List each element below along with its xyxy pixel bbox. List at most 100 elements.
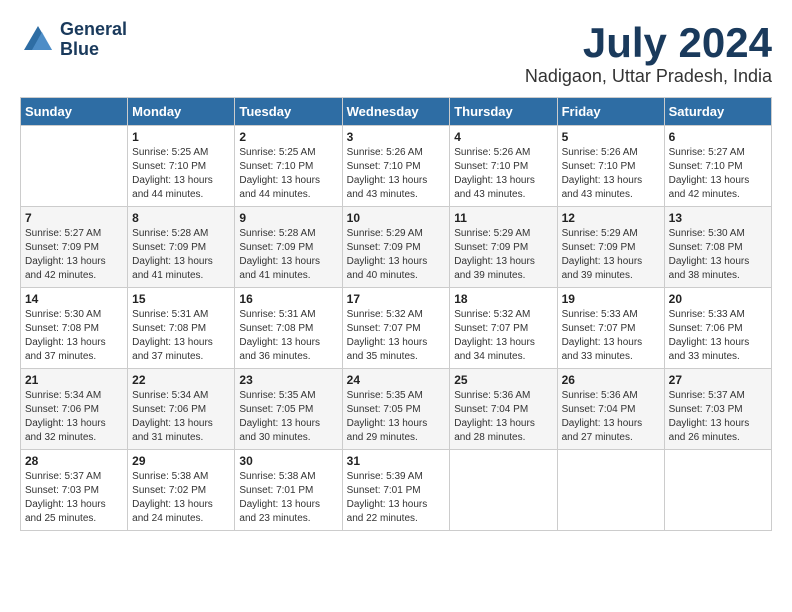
day-number: 27 <box>669 373 767 387</box>
calendar-cell: 21 Sunrise: 5:34 AMSunset: 7:06 PMDayligh… <box>21 369 128 450</box>
weekday-header: Sunday <box>21 98 128 126</box>
day-info: Sunrise: 5:35 AMSunset: 7:05 PMDaylight:… <box>239 389 337 445</box>
day-number: 10 <box>347 211 446 225</box>
day-info: Sunrise: 5:39 AMSunset: 7:01 PMDaylight:… <box>347 470 446 526</box>
calendar-cell <box>557 450 664 531</box>
day-number: 18 <box>454 292 552 306</box>
weekday-header-row: SundayMondayTuesdayWednesdayThursdayFrid… <box>21 98 772 126</box>
calendar-cell: 30 Sunrise: 5:38 AMSunset: 7:01 PMDayligh… <box>235 450 342 531</box>
day-number: 17 <box>347 292 446 306</box>
calendar-cell: 6 Sunrise: 5:27 AMSunset: 7:10 PMDaylight… <box>664 126 771 207</box>
day-number: 16 <box>239 292 337 306</box>
day-info: Sunrise: 5:38 AMSunset: 7:01 PMDaylight:… <box>239 470 337 526</box>
day-number: 30 <box>239 454 337 468</box>
day-number: 7 <box>25 211 123 225</box>
calendar-cell <box>450 450 557 531</box>
day-info: Sunrise: 5:31 AMSunset: 7:08 PMDaylight:… <box>132 308 230 364</box>
calendar-cell: 22Sunrise: 5:34 AMSunset: 7:06 PMDayligh… <box>128 369 235 450</box>
day-number: 1 <box>132 130 230 144</box>
calendar-week-row: 28 Sunrise: 5:37 AMSunset: 7:03 PMDayligh… <box>21 450 772 531</box>
calendar-cell: 8Sunrise: 5:28 AMSunset: 7:09 PMDaylight… <box>128 207 235 288</box>
calendar-cell <box>21 126 128 207</box>
day-info: Sunrise: 5:27 AMSunset: 7:10 PMDaylight:… <box>669 146 767 202</box>
day-number: 21 <box>25 373 123 387</box>
day-number: 25 <box>454 373 552 387</box>
day-info: Sunrise: 5:31 AMSunset: 7:08 PMDaylight:… <box>239 308 337 364</box>
day-info: Sunrise: 5:37 AMSunset: 7:03 PMDaylight:… <box>25 470 123 526</box>
calendar-cell: 13Sunrise: 5:30 AMSunset: 7:08 PMDayligh… <box>664 207 771 288</box>
day-number: 6 <box>669 130 767 144</box>
calendar-cell: 20Sunrise: 5:33 AMSunset: 7:06 PMDayligh… <box>664 288 771 369</box>
day-number: 3 <box>347 130 446 144</box>
weekday-header: Monday <box>128 98 235 126</box>
day-number: 24 <box>347 373 446 387</box>
calendar-cell: 25 Sunrise: 5:36 AMSunset: 7:04 PMDayligh… <box>450 369 557 450</box>
day-number: 29 <box>132 454 230 468</box>
calendar-cell: 4 Sunrise: 5:26 AMSunset: 7:10 PMDaylight… <box>450 126 557 207</box>
day-number: 20 <box>669 292 767 306</box>
calendar-cell: 24 Sunrise: 5:35 AMSunset: 7:05 PMDayligh… <box>342 369 450 450</box>
day-number: 23 <box>239 373 337 387</box>
calendar-cell: 31 Sunrise: 5:39 AMSunset: 7:01 PMDayligh… <box>342 450 450 531</box>
day-info: Sunrise: 5:28 AMSunset: 7:09 PMDaylight:… <box>239 227 337 283</box>
calendar-cell: 29 Sunrise: 5:38 AMSunset: 7:02 PMDayligh… <box>128 450 235 531</box>
calendar-cell: 10Sunrise: 5:29 AMSunset: 7:09 PMDayligh… <box>342 207 450 288</box>
day-info: Sunrise: 5:26 AMSunset: 7:10 PMDaylight:… <box>454 146 552 202</box>
day-number: 5 <box>562 130 660 144</box>
calendar-cell: 28 Sunrise: 5:37 AMSunset: 7:03 PMDayligh… <box>21 450 128 531</box>
calendar-cell: 3 Sunrise: 5:26 AMSunset: 7:10 PMDaylight… <box>342 126 450 207</box>
calendar-cell: 18 Sunrise: 5:32 AMSunset: 7:07 PMDayligh… <box>450 288 557 369</box>
calendar-cell: 19 Sunrise: 5:33 AMSunset: 7:07 PMDayligh… <box>557 288 664 369</box>
calendar-cell: 26Sunrise: 5:36 AMSunset: 7:04 PMDayligh… <box>557 369 664 450</box>
day-number: 2 <box>239 130 337 144</box>
calendar-cell: 23 Sunrise: 5:35 AMSunset: 7:05 PMDayligh… <box>235 369 342 450</box>
day-number: 28 <box>25 454 123 468</box>
calendar-cell: 11 Sunrise: 5:29 AMSunset: 7:09 PMDayligh… <box>450 207 557 288</box>
day-info: Sunrise: 5:36 AMSunset: 7:04 PMDaylight:… <box>562 389 660 445</box>
day-number: 13 <box>669 211 767 225</box>
calendar-cell: 12 Sunrise: 5:29 AMSunset: 7:09 PMDayligh… <box>557 207 664 288</box>
calendar-cell: 16 Sunrise: 5:31 AMSunset: 7:08 PMDayligh… <box>235 288 342 369</box>
weekday-header: Friday <box>557 98 664 126</box>
logo-icon <box>20 22 56 58</box>
day-number: 19 <box>562 292 660 306</box>
day-info: Sunrise: 5:34 AMSunset: 7:06 PMDaylight:… <box>25 389 123 445</box>
logo-text: General Blue <box>60 20 127 60</box>
location-title: Nadigaon, Uttar Pradesh, India <box>525 66 772 87</box>
header: General Blue July 2024 Nadigaon, Uttar P… <box>20 20 772 87</box>
day-info: Sunrise: 5:33 AMSunset: 7:07 PMDaylight:… <box>562 308 660 364</box>
calendar-cell <box>664 450 771 531</box>
weekday-header: Thursday <box>450 98 557 126</box>
day-info: Sunrise: 5:29 AMSunset: 7:09 PMDaylight:… <box>562 227 660 283</box>
calendar-cell: 2 Sunrise: 5:25 AMSunset: 7:10 PMDaylight… <box>235 126 342 207</box>
weekday-header: Tuesday <box>235 98 342 126</box>
day-info: Sunrise: 5:32 AMSunset: 7:07 PMDaylight:… <box>454 308 552 364</box>
day-number: 12 <box>562 211 660 225</box>
calendar-cell: 9 Sunrise: 5:28 AMSunset: 7:09 PMDaylight… <box>235 207 342 288</box>
calendar-week-row: 7 Sunrise: 5:27 AMSunset: 7:09 PMDaylight… <box>21 207 772 288</box>
calendar-week-row: 1 Sunrise: 5:25 AMSunset: 7:10 PMDaylight… <box>21 126 772 207</box>
day-info: Sunrise: 5:34 AMSunset: 7:06 PMDaylight:… <box>132 389 230 445</box>
day-number: 15 <box>132 292 230 306</box>
month-title: July 2024 <box>525 20 772 66</box>
calendar-week-row: 14Sunrise: 5:30 AMSunset: 7:08 PMDayligh… <box>21 288 772 369</box>
calendar-cell: 15 Sunrise: 5:31 AMSunset: 7:08 PMDayligh… <box>128 288 235 369</box>
calendar-cell: 17Sunrise: 5:32 AMSunset: 7:07 PMDayligh… <box>342 288 450 369</box>
title-area: July 2024 Nadigaon, Uttar Pradesh, India <box>525 20 772 87</box>
day-info: Sunrise: 5:35 AMSunset: 7:05 PMDaylight:… <box>347 389 446 445</box>
logo: General Blue <box>20 20 127 60</box>
day-info: Sunrise: 5:25 AMSunset: 7:10 PMDaylight:… <box>239 146 337 202</box>
day-info: Sunrise: 5:27 AMSunset: 7:09 PMDaylight:… <box>25 227 123 283</box>
day-number: 11 <box>454 211 552 225</box>
day-info: Sunrise: 5:26 AMSunset: 7:10 PMDaylight:… <box>347 146 446 202</box>
day-info: Sunrise: 5:36 AMSunset: 7:04 PMDaylight:… <box>454 389 552 445</box>
calendar-cell: 5Sunrise: 5:26 AMSunset: 7:10 PMDaylight… <box>557 126 664 207</box>
day-info: Sunrise: 5:25 AMSunset: 7:10 PMDaylight:… <box>132 146 230 202</box>
day-number: 9 <box>239 211 337 225</box>
day-info: Sunrise: 5:29 AMSunset: 7:09 PMDaylight:… <box>454 227 552 283</box>
day-number: 4 <box>454 130 552 144</box>
calendar-cell: 14Sunrise: 5:30 AMSunset: 7:08 PMDayligh… <box>21 288 128 369</box>
day-number: 31 <box>347 454 446 468</box>
day-info: Sunrise: 5:38 AMSunset: 7:02 PMDaylight:… <box>132 470 230 526</box>
weekday-header: Saturday <box>664 98 771 126</box>
